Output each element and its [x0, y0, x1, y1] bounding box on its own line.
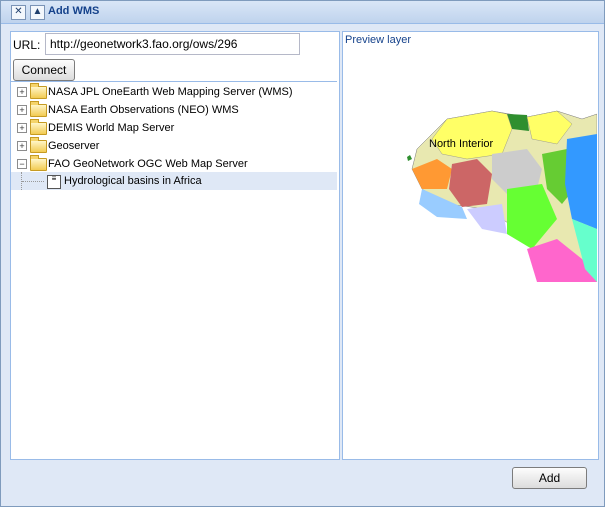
tree-node-label: NASA JPL OneEarth Web Mapping Server (WM… [48, 86, 293, 98]
tree-node-demis[interactable]: + DEMIS World Map Server [11, 119, 337, 137]
expand-icon[interactable]: + [17, 87, 27, 97]
preview-title: Preview layer [345, 34, 412, 46]
url-label: URL: [13, 38, 41, 52]
expand-icon[interactable]: + [17, 141, 27, 151]
tree-node-label: NASA Earth Observations (NEO) WMS [48, 104, 239, 116]
folder-icon [30, 137, 47, 153]
tree-node-nasa-neo[interactable]: + NASA Earth Observations (NEO) WMS [11, 101, 337, 119]
tree-node-label: DEMIS World Map Server [48, 122, 175, 134]
collapse-node-icon[interactable]: − [17, 159, 27, 169]
expand-icon[interactable]: + [17, 123, 27, 133]
tree-node-label: Geoserver [48, 140, 100, 152]
preview-panel: Preview layer North Interior [342, 31, 599, 460]
folder-open-icon [30, 155, 47, 171]
preview-map[interactable] [407, 109, 597, 282]
window-title: Add WMS [48, 5, 100, 17]
server-panel: URL: http://geonetwork3.fao.org/ows/296 … [10, 31, 340, 460]
folder-icon [30, 83, 47, 99]
tree-leaf-hydro-basins[interactable]: ≡ Hydrological basins in Africa [11, 172, 337, 190]
add-button[interactable]: Add [512, 467, 587, 489]
expand-icon[interactable]: + [17, 105, 27, 115]
layer-icon: ≡ [47, 175, 61, 189]
tree-node-nasa-jpl[interactable]: + NASA JPL OneEarth Web Mapping Server (… [11, 83, 337, 101]
window-titlebar: ✕ ▲ Add WMS [1, 1, 604, 24]
tree-connector [21, 172, 46, 190]
url-input[interactable]: http://geonetwork3.fao.org/ows/296 [45, 33, 300, 55]
close-icon[interactable]: ✕ [11, 5, 26, 20]
server-tree: + NASA JPL OneEarth Web Mapping Server (… [11, 81, 337, 190]
collapse-icon[interactable]: ▲ [30, 5, 45, 20]
folder-icon [30, 119, 47, 135]
tree-node-label: FAO GeoNetwork OGC Web Map Server [48, 158, 248, 170]
folder-icon [30, 101, 47, 117]
tree-node-fao[interactable]: − FAO GeoNetwork OGC Web Map Server [11, 155, 337, 173]
tree-leaf-label: Hydrological basins in Africa [64, 175, 202, 187]
connect-button[interactable]: Connect [13, 59, 75, 81]
tree-node-geoserver[interactable]: + Geoserver [11, 137, 337, 155]
map-region-label: North Interior [429, 138, 494, 150]
